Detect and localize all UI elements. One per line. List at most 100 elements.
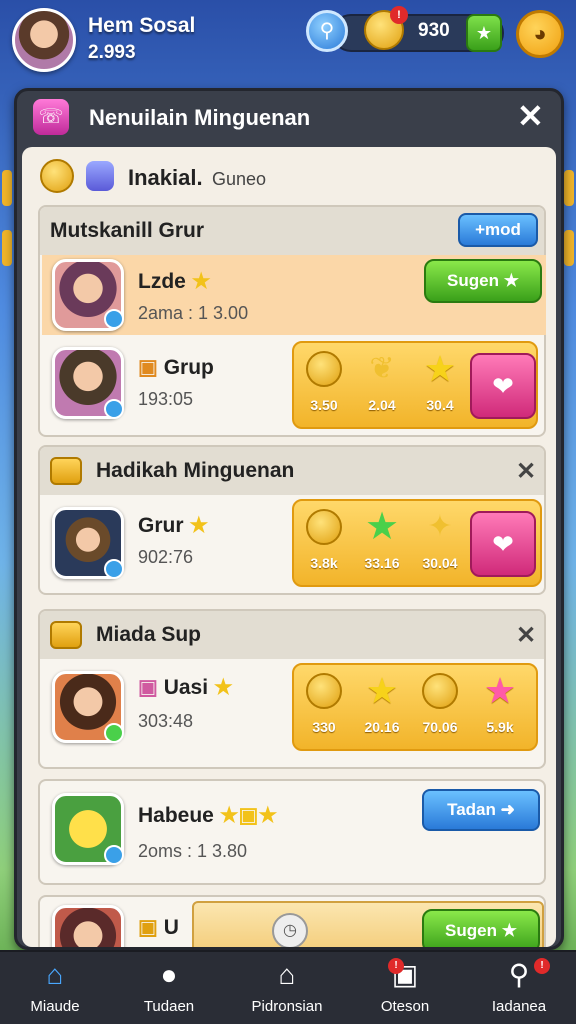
go-button[interactable]: Tadan ➜	[422, 789, 540, 831]
section-header: Mutskanill Grur +mod	[40, 207, 544, 255]
notification-badge: !	[388, 958, 404, 974]
star-icon: ★	[503, 271, 519, 290]
reward-green-star: ★ 33.16	[354, 506, 410, 571]
chest-icon: ▣	[138, 356, 158, 379]
reward-value: 70.06	[422, 719, 458, 735]
coin-icon	[306, 351, 342, 387]
settings-button[interactable]: ◕	[516, 10, 564, 58]
star-icon: ★	[191, 270, 211, 293]
reward-value: 5.9k	[486, 719, 514, 735]
nav-label: Oteson	[380, 998, 430, 1015]
pink-star-icon: ★	[483, 670, 517, 711]
section-partial[interactable]: ▣ U ◷ Sugen ★	[38, 895, 546, 947]
gift-icon: ▣	[391, 959, 419, 990]
filter-label: Inakial.	[128, 165, 203, 190]
star-icon: ★	[213, 676, 233, 699]
row-name-text: Lzde	[138, 270, 186, 293]
reward-coin: 3.8k	[296, 509, 352, 571]
section-mabeue[interactable]: Habeue ★▣★ 2oms : 1 3.80 Tadan ➜	[38, 779, 546, 885]
row-meta: 902:76	[138, 547, 194, 567]
nav-item-shop[interactable]: ⌂ Pidronsian	[232, 958, 342, 1015]
coin-icon	[306, 509, 342, 545]
nav-label: Iadanea	[491, 998, 547, 1015]
star-icon: ★	[501, 921, 517, 940]
bag-icon	[86, 161, 114, 191]
filter-sub[interactable]: Guneo	[212, 169, 266, 190]
reward-coin: 330	[296, 673, 352, 735]
row-name: ▣ Grup	[138, 355, 214, 380]
coin-badge: !	[390, 6, 408, 24]
row-name-text: U	[163, 916, 179, 939]
coin-stack-icon	[422, 673, 458, 709]
nav-item-home[interactable]: ⌂ Miaude	[0, 958, 110, 1015]
arrow-right-icon: ➜	[500, 800, 515, 819]
claim-button[interactable]: Sugen ★	[422, 909, 540, 947]
reward-box: 330 ★ 20.16 70.06 ★ 5.9k	[292, 663, 538, 751]
reward-row[interactable]: Grur ★ 902:76 3.8k ★ 33.16 ✦ 30.04 ❤	[42, 495, 546, 595]
player-score: 2.993	[88, 42, 136, 63]
featured-row[interactable]: Lzde ★ 2ama : 1 3.00 Sugen ★	[42, 255, 546, 335]
reward-leaf: ❦ 2.04	[354, 351, 410, 413]
mod-button[interactable]: +mod	[458, 213, 538, 247]
add-coins-button[interactable]: ★	[466, 14, 502, 52]
bottom-nav: ⌂ Miaude ● Tudaen ⌂ Pidronsian ▣ ! Oteso…	[0, 950, 576, 1024]
green-star-icon: ★	[364, 506, 400, 548]
star-icon: ★	[475, 23, 493, 43]
wand-icon: ✦	[427, 510, 453, 543]
row-name-text: Uasi	[163, 676, 209, 699]
nav-label: Tudaen	[143, 998, 195, 1015]
gift-icon[interactable]: ❤	[470, 511, 536, 577]
row-name: Habeue ★▣★	[138, 803, 277, 828]
player-name: Hem Sosal	[88, 14, 196, 37]
notification-badge: !	[534, 958, 550, 974]
claim-label: Sugen	[445, 921, 497, 940]
timer-bar: ◷ Sugen ★	[192, 901, 544, 947]
reward-star: ★ 30.4	[412, 351, 468, 414]
player-avatar[interactable]	[12, 8, 76, 72]
panel-content: Inakial. Guneo Mutskanill Grur +mod Lzde…	[22, 147, 556, 947]
search-icon: ⚲	[508, 959, 530, 990]
reward-row[interactable]: ▣ Uasi ★ 303:48 330 ★ 20.16 70.06 ★ 5.9k	[42, 659, 546, 767]
verified-badge	[104, 309, 124, 329]
chest-icon	[50, 621, 82, 649]
verified-badge	[104, 723, 124, 743]
row-meta: 303:48	[138, 711, 194, 731]
row-name: ▣ U	[138, 915, 179, 940]
reward-coin-stack: 70.06	[412, 673, 468, 735]
row-name: ▣ Uasi ★	[138, 675, 233, 700]
reward-value: 30.4	[426, 397, 454, 413]
nav-item-search[interactable]: ⚲ ! Iadanea	[464, 958, 574, 1015]
row-meta: 2ama : 1 3.00	[138, 303, 249, 323]
coin-icon	[40, 159, 74, 193]
shop-icon: ⌂	[278, 959, 296, 990]
search-icon: ⚲	[319, 20, 335, 42]
row-name: Lzde ★	[138, 269, 211, 294]
nav-item-gift[interactable]: ▣ ! Oteson	[350, 958, 460, 1015]
claim-button[interactable]: Sugen ★	[424, 259, 542, 303]
side-tab-left-2	[2, 230, 12, 266]
side-tab-right	[564, 170, 574, 206]
reward-value: 2.04	[368, 397, 396, 413]
section-title: Mutskanill Grur	[50, 219, 205, 242]
close-icon[interactable]: ✕	[516, 457, 536, 486]
reward-box: 3.50 ❦ 2.04 ★ 30.4 ❤	[292, 341, 538, 429]
verified-badge	[104, 845, 124, 865]
close-icon[interactable]: ✕	[516, 621, 536, 650]
verified-badge	[104, 559, 124, 579]
gift-icon[interactable]: ❤	[470, 353, 536, 419]
search-button[interactable]: ⚲	[306, 10, 348, 52]
glasses-icon: ◕	[533, 21, 547, 46]
reward-value: 3.50	[310, 397, 338, 413]
filter-row: Inakial. Guneo	[22, 147, 556, 203]
avatar	[52, 905, 124, 947]
weekly-rewards-panel: ☏ Nenuilain Minguenan ✕ Inakial. Guneo M…	[14, 88, 564, 950]
home-icon: ⌂	[46, 959, 64, 990]
reward-value: 3.8k	[310, 555, 338, 571]
section-header: Miada Sup ✕	[40, 611, 544, 659]
close-button[interactable]: ✕	[517, 97, 544, 135]
nav-item-friends[interactable]: ● Tudaen	[114, 958, 224, 1015]
clock-icon: ◷	[272, 913, 308, 947]
nav-label: Miaude	[30, 998, 80, 1015]
reward-row[interactable]: ▣ Grup 193:05 3.50 ❦ 2.04 ★ 30.4 ❤	[42, 335, 546, 435]
reward-value: 33.16	[364, 555, 400, 571]
